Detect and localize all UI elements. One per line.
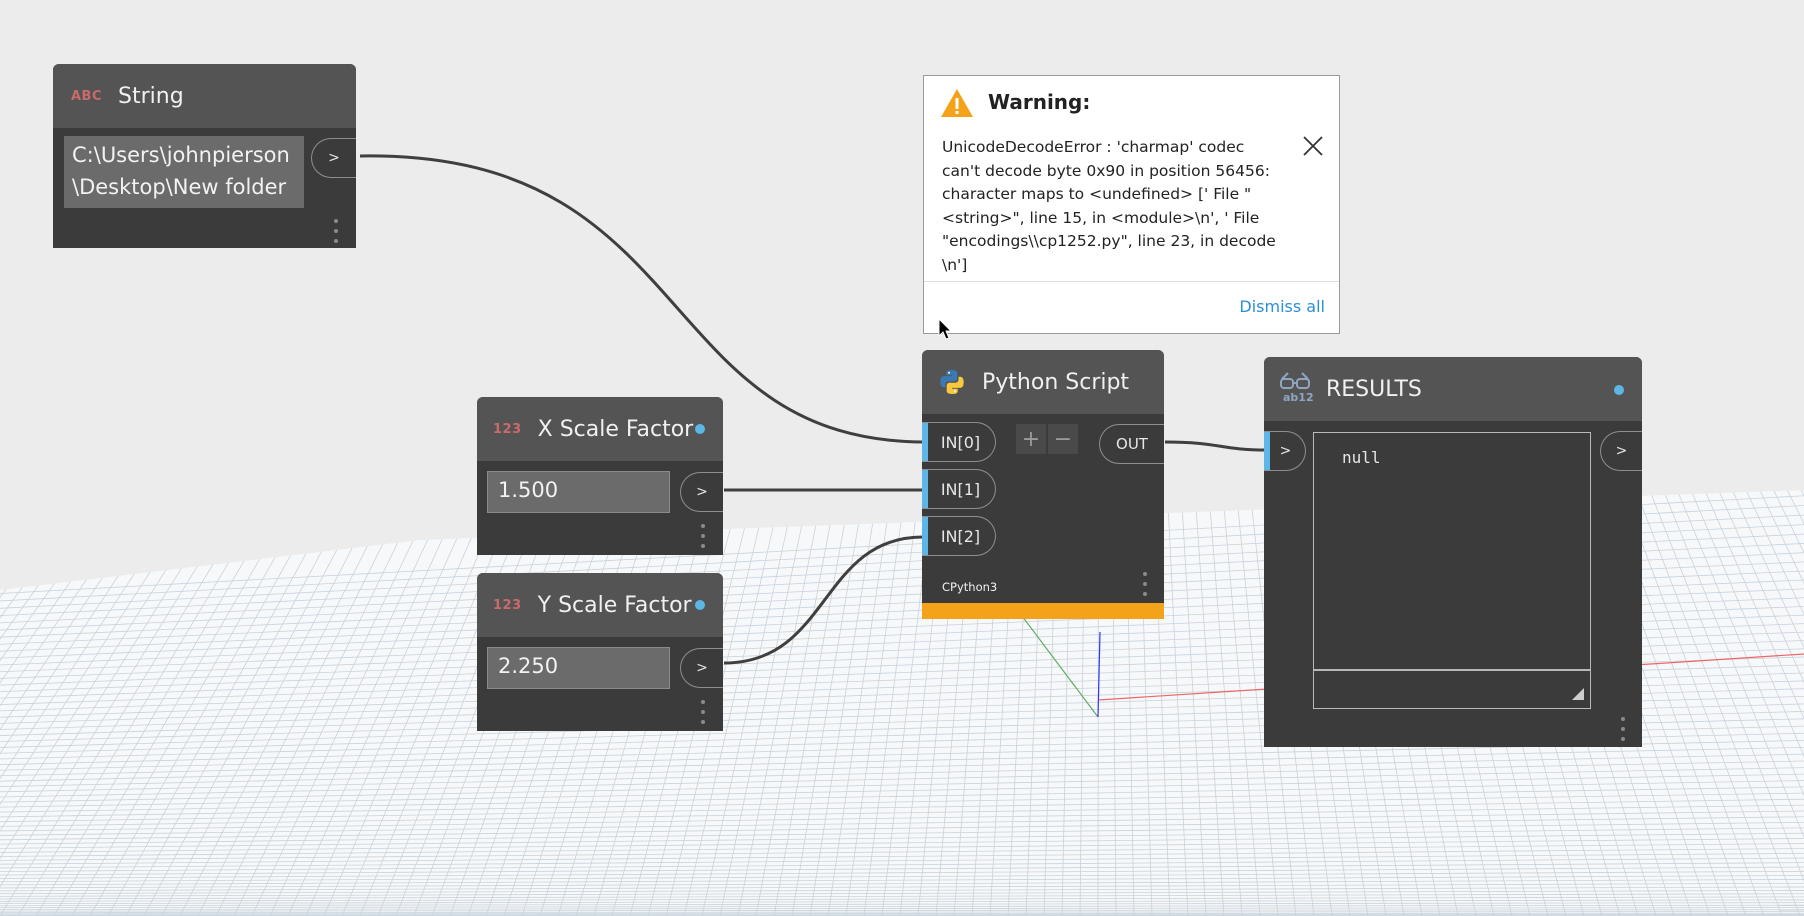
results-node-title: RESULTS (1326, 376, 1422, 402)
y-scale-status-dot (695, 600, 705, 610)
results-watch-display[interactable]: null (1313, 432, 1591, 709)
y-scale-node-menu-icon[interactable] (700, 700, 706, 724)
y-scale-factor-node[interactable]: 123 Y Scale Factor 2.250 > (477, 573, 723, 731)
y-scale-type-badge: 123 (493, 597, 522, 613)
warning-popup: Warning: UnicodeDecodeError : 'charmap' … (923, 75, 1340, 334)
python-node-menu-icon[interactable] (1142, 572, 1148, 596)
results-footer-divider (1314, 669, 1590, 671)
close-icon[interactable] (1301, 134, 1325, 158)
remove-input-button[interactable]: − (1048, 424, 1078, 454)
add-input-button[interactable]: + (1016, 424, 1046, 454)
x-scale-value-input[interactable]: 1.500 (487, 471, 670, 513)
dismiss-all-link[interactable]: Dismiss all (1239, 297, 1325, 316)
x-scale-node-menu-icon[interactable] (700, 524, 706, 548)
y-scale-node-header[interactable]: 123 Y Scale Factor (477, 573, 723, 637)
python-input-port-1[interactable]: IN[1] (922, 469, 996, 509)
warning-divider (924, 281, 1339, 282)
string-node-menu-icon[interactable] (333, 219, 339, 243)
string-node-header[interactable]: ABC String (53, 64, 356, 128)
python-engine-label[interactable]: CPython3 (942, 580, 997, 594)
python-script-node[interactable]: Python Script IN[0] IN[1] IN[2] + − OUT … (922, 350, 1164, 619)
python-output-port[interactable]: OUT (1099, 424, 1164, 464)
x-scale-node-header[interactable]: 123 X Scale Factor (477, 397, 723, 461)
python-input-port-2[interactable]: IN[2] (922, 516, 996, 556)
python-node-header[interactable]: Python Script (922, 350, 1164, 414)
x-scale-factor-node[interactable]: 123 X Scale Factor 1.500 > (477, 397, 723, 555)
x-scale-output-port[interactable]: > (680, 472, 723, 512)
warning-title: Warning: (988, 90, 1091, 114)
results-watch-node[interactable]: ab12 RESULTS > > null (1264, 357, 1642, 747)
string-node-title: String (118, 83, 184, 109)
y-scale-node-title: Y Scale Factor (537, 592, 692, 618)
string-value-field[interactable]: C:\Users\johnpierson \Desktop\New folder (64, 136, 304, 208)
x-scale-type-badge: 123 (493, 421, 522, 437)
string-value-line-2: \Desktop\New folder (72, 175, 287, 199)
python-input-port-2-label: IN[2] (940, 526, 981, 546)
python-input-port-0-label: IN[0] (940, 432, 981, 452)
results-value-text: null (1342, 448, 1381, 467)
warning-triangle-icon (941, 89, 973, 117)
string-value-line-1: C:\Users\johnpierson (72, 143, 290, 167)
string-type-badge: ABC (71, 88, 103, 104)
results-input-port-label: > (1279, 443, 1292, 459)
python-node-title: Python Script (982, 369, 1130, 395)
string-output-port[interactable]: > (311, 138, 356, 178)
watch-badge-text: ab12 (1283, 391, 1314, 404)
python-input-port-0[interactable]: IN[0] (922, 422, 996, 462)
watch-glasses-icon: ab12 (1280, 371, 1314, 407)
python-input-port-1-label: IN[1] (940, 479, 981, 499)
results-status-dot (1614, 385, 1624, 395)
y-scale-value-input[interactable]: 2.250 (487, 647, 670, 689)
python-logo-icon (940, 370, 964, 394)
results-node-header[interactable]: ab12 RESULTS (1264, 357, 1642, 421)
x-scale-node-title: X Scale Factor (537, 416, 694, 442)
python-warning-status-bar (922, 603, 1164, 619)
results-output-port[interactable]: > (1600, 431, 1642, 471)
results-node-menu-icon[interactable] (1620, 717, 1626, 741)
x-scale-status-dot (695, 424, 705, 434)
results-input-port[interactable]: > (1264, 431, 1306, 471)
resize-grip-icon[interactable] (1572, 688, 1584, 700)
warning-message: UnicodeDecodeError : 'charmap' codec can… (942, 138, 1276, 274)
string-node[interactable]: ABC String C:\Users\johnpierson \Desktop… (53, 64, 356, 248)
y-scale-output-port[interactable]: > (680, 648, 723, 688)
mouse-cursor-icon (938, 318, 953, 340)
